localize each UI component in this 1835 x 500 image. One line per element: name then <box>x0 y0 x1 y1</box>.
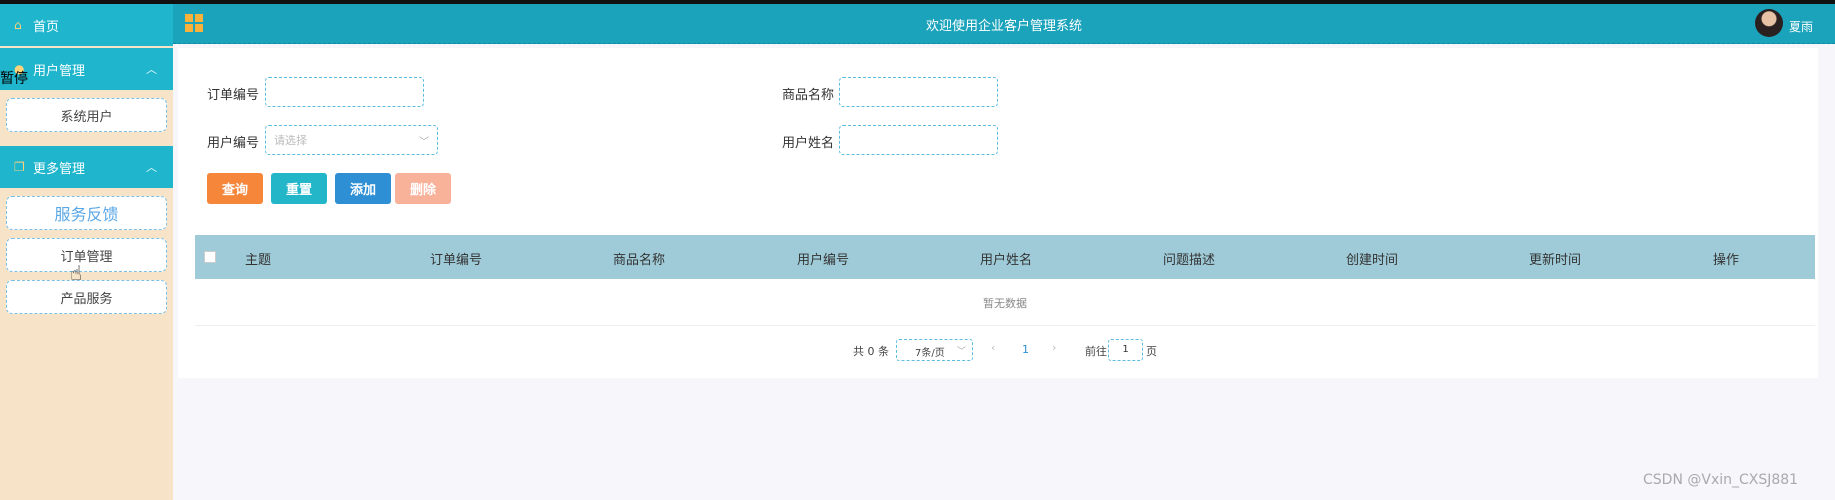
column-header: 用户姓名 <box>980 253 1033 268</box>
page-title: 欢迎使用企业客户管理系统 <box>925 19 1082 34</box>
reset-button[interactable]: 重置 <box>271 173 327 204</box>
sidebar-user-submenu: 系统用户 <box>0 90 173 146</box>
chevron-down-icon: ﹀ <box>419 137 429 148</box>
sidebar-group-more-management[interactable]: ❐ 更多管理 ︿ <box>0 146 173 188</box>
home-icon: ⌂ <box>14 18 22 32</box>
column-header: 更新时间 <box>1529 253 1582 268</box>
table-empty-row: 暂无数据 <box>195 281 1815 326</box>
delete-button[interactable]: 删除 <box>395 173 451 204</box>
order-no-input[interactable] <box>265 77 424 107</box>
product-name-label: 商品名称 <box>782 88 835 103</box>
table-header: 主题 订单编号 商品名称 用户编号 用户姓名 问题描述 创建时间 更新时间 操作 <box>195 235 1815 279</box>
username[interactable]: 夏雨 <box>1789 18 1813 35</box>
user-name-label: 用户姓名 <box>782 136 835 151</box>
pause-overlay-label: 暂停 <box>0 71 28 87</box>
chevron-up-icon: ︿ <box>146 63 157 76</box>
top-header: 欢迎使用企业客户管理系统 夏雨 <box>173 4 1835 44</box>
order-no-label: 订单编号 <box>207 88 260 103</box>
user-no-select[interactable]: 请选择 ﹀ <box>265 125 438 155</box>
page-suffix: 页 <box>1146 345 1157 358</box>
page-size-value: 7条/页 <box>915 348 945 359</box>
pagination-total: 共 0 条 <box>853 345 889 358</box>
chevron-up-icon: ︿ <box>146 161 157 174</box>
sidebar-item-system-users[interactable]: 系统用户 <box>6 98 167 132</box>
sidebar-item-label: 系统用户 <box>60 109 113 125</box>
sidebar-item-label: 服务反馈 <box>54 205 119 224</box>
prev-page-icon[interactable]: ‹ <box>991 341 995 354</box>
main-panel <box>178 48 1818 378</box>
page-number-current[interactable]: 1 <box>1022 343 1029 356</box>
product-name-input[interactable] <box>839 77 998 107</box>
copy-icon: ❐ <box>14 160 25 174</box>
page-size-select[interactable]: 7条/页 ﹀ <box>896 339 973 361</box>
sidebar-group-label: 用户管理 <box>33 63 86 79</box>
user-name-input[interactable] <box>839 125 998 155</box>
sidebar-more-submenu: 服务反馈 订单管理 产品服务 <box>0 188 173 328</box>
column-header: 主题 <box>245 253 272 268</box>
next-page-icon[interactable]: › <box>1052 341 1056 354</box>
sidebar-item-service-feedback[interactable]: 服务反馈 <box>6 196 167 230</box>
goto-page-input[interactable]: 1 <box>1108 339 1143 361</box>
user-no-label: 用户编号 <box>207 136 260 151</box>
column-header: 用户编号 <box>797 253 850 268</box>
column-header: 问题描述 <box>1163 253 1216 268</box>
query-button[interactable]: 查询 <box>207 173 263 204</box>
empty-text: 暂无数据 <box>983 297 1027 310</box>
column-header: 商品名称 <box>613 253 666 268</box>
sidebar-item-label: 产品服务 <box>60 291 113 307</box>
sidebar-home-label: 首页 <box>33 19 60 35</box>
sidebar-item-product-service[interactable]: 产品服务 <box>6 280 167 314</box>
sidebar-item-order-management[interactable]: 订单管理 <box>6 238 167 272</box>
sidebar-item-home[interactable]: ⌂ 首页 <box>0 4 173 46</box>
sidebar-group-label: 更多管理 <box>33 161 86 177</box>
avatar[interactable] <box>1755 9 1783 37</box>
column-header: 创建时间 <box>1346 253 1399 268</box>
column-header: 订单编号 <box>430 253 483 268</box>
hand-cursor-icon: ☝ <box>70 261 83 285</box>
sidebar-item-label: 订单管理 <box>60 249 113 265</box>
add-button[interactable]: 添加 <box>335 173 391 204</box>
chevron-down-icon: ﹀ <box>956 347 966 357</box>
user-no-placeholder: 请选择 <box>274 134 307 147</box>
column-header: 操作 <box>1713 253 1740 268</box>
watermark: CSDN @Vxin_CXSJ881 <box>1643 472 1799 488</box>
goto-label: 前往 <box>1085 345 1107 358</box>
select-all-checkbox[interactable] <box>204 251 216 263</box>
